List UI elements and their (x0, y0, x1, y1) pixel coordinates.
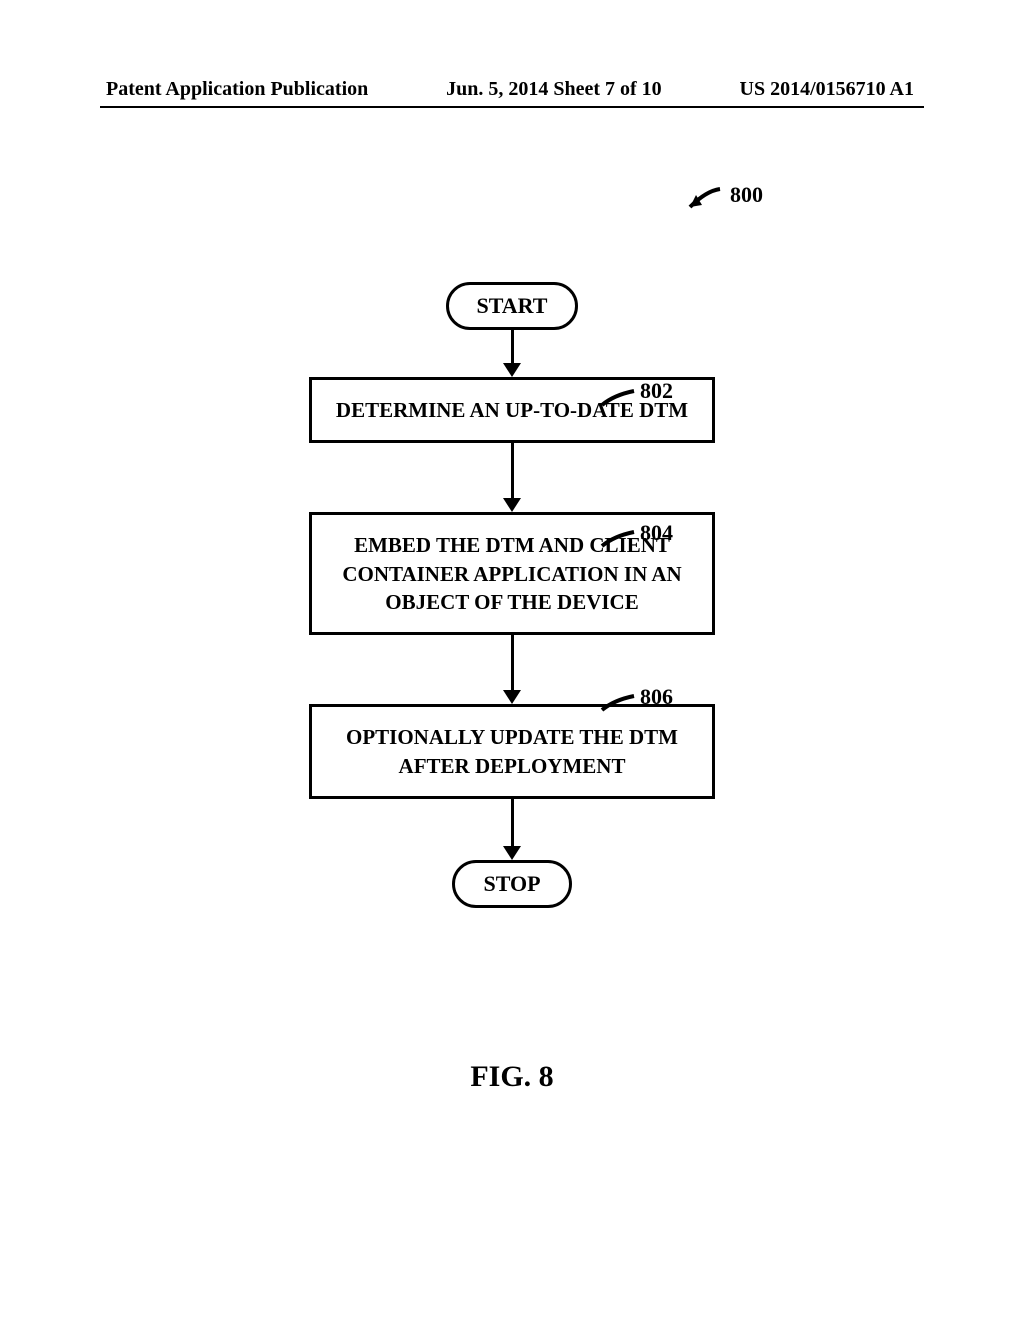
terminator-stop: STOP (452, 860, 571, 908)
ref-hook-icon (600, 528, 642, 561)
header-center: Jun. 5, 2014 Sheet 7 of 10 (446, 78, 662, 101)
header-divider (100, 106, 924, 108)
arrow-icon (503, 330, 521, 377)
figure-ref-arrow (676, 185, 726, 222)
arrow-icon (503, 799, 521, 860)
ref-label-804: 804 (640, 520, 673, 546)
patent-page: Patent Application Publication Jun. 5, 2… (0, 0, 1024, 1320)
figure-ref-number: 800 (730, 182, 763, 208)
ref-hook-icon (600, 692, 642, 725)
terminator-start: START (446, 282, 579, 330)
header-right: US 2014/0156710 A1 (740, 78, 914, 101)
ref-label-806: 806 (640, 684, 673, 710)
ref-label-802: 802 (640, 378, 673, 404)
ref-hook-icon (600, 387, 642, 420)
flowchart: START DETERMINE AN UP-TO-DATE DTM EMBED … (0, 282, 1024, 908)
figure-label: FIG. 8 (0, 1060, 1024, 1094)
header-left: Patent Application Publication (106, 78, 368, 101)
arrow-icon (503, 635, 521, 704)
arrow-icon (503, 443, 521, 512)
step-806: OPTIONALLY UPDATE THE DTM AFTER DEPLOYME… (309, 704, 715, 799)
page-header: Patent Application Publication Jun. 5, 2… (0, 78, 1024, 101)
